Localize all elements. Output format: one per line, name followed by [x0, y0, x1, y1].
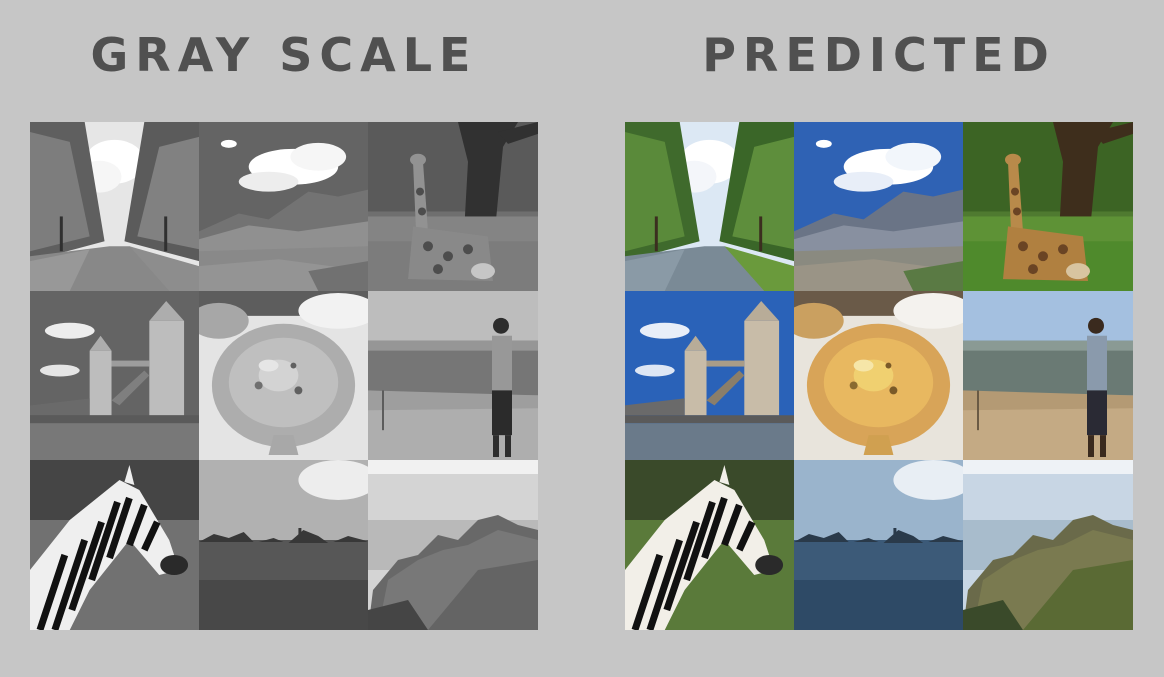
predicted-man-at-cliff-image	[963, 291, 1133, 460]
grayscale-tree-lined-path-image	[30, 122, 199, 291]
grayscale-pizza-bread-image	[199, 291, 368, 460]
grayscale-giraffe-under-tree-image	[368, 122, 538, 291]
predicted-title: PREDICTED	[702, 28, 1056, 82]
predicted-lake-islands-image	[794, 460, 963, 630]
grayscale-man-at-cliff-image	[368, 291, 538, 460]
comparison-page: GRAY SCALE PREDICTED	[0, 0, 1164, 677]
predicted-rocky-coast-image	[963, 460, 1133, 630]
grayscale-title: GRAY SCALE	[90, 28, 478, 82]
grayscale-tower-bridge-image	[30, 291, 199, 460]
grayscale-zebra-image	[30, 460, 199, 630]
grayscale-lake-islands-image	[199, 460, 368, 630]
predicted-tower-bridge-image	[625, 291, 794, 460]
grayscale-mountain-sky-image	[199, 122, 368, 291]
predicted-zebra-image	[625, 460, 794, 630]
grayscale-image-grid	[30, 122, 538, 630]
predicted-giraffe-under-tree-image	[963, 122, 1133, 291]
predicted-tree-lined-path-image	[625, 122, 794, 291]
predicted-pizza-bread-image	[794, 291, 963, 460]
predicted-image-grid	[625, 122, 1133, 630]
predicted-mountain-sky-image	[794, 122, 963, 291]
grayscale-rocky-coast-image	[368, 460, 538, 630]
